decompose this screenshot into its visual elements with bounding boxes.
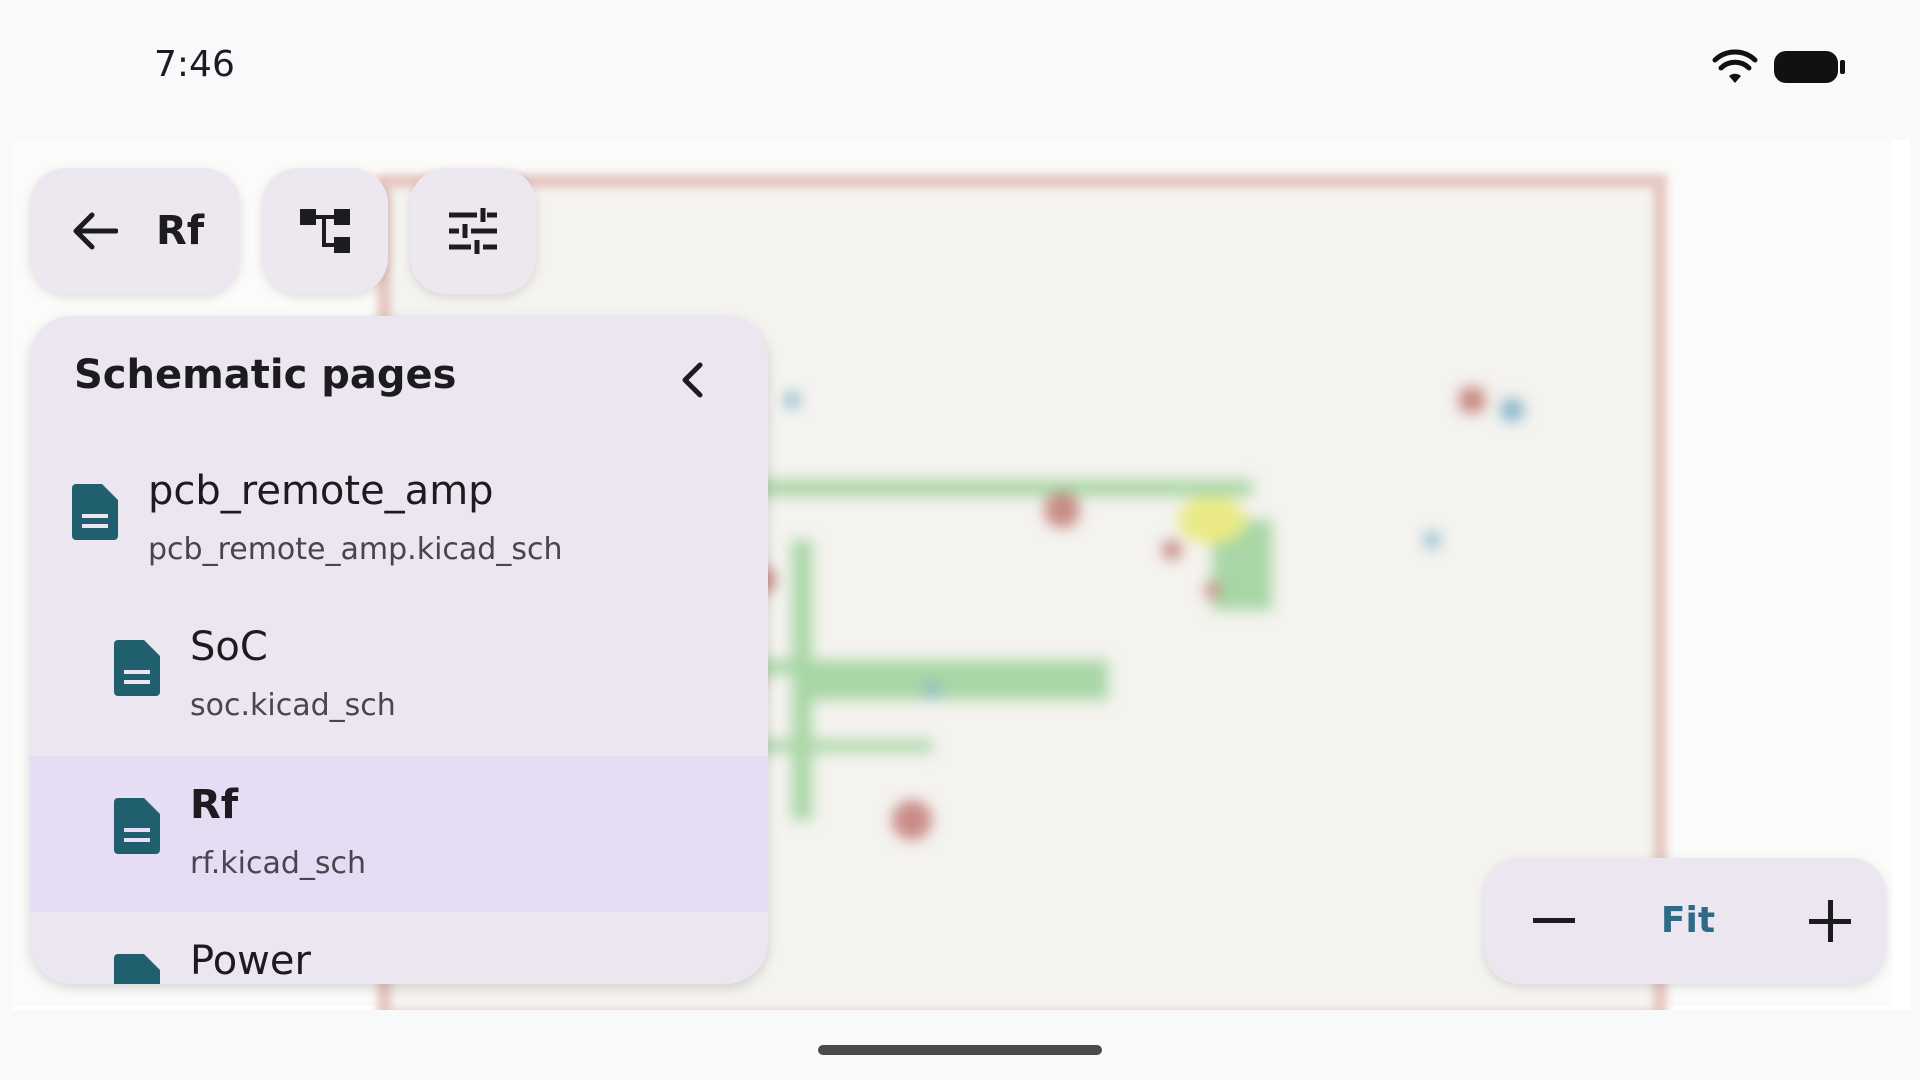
document-icon: [114, 640, 160, 696]
minus-icon: [1533, 918, 1575, 923]
arrow-back-icon: [73, 212, 118, 250]
battery-icon: [1774, 51, 1845, 83]
panel-header: Schematic pages: [30, 316, 768, 442]
status-icons: [1712, 48, 1846, 86]
zoom-out-button[interactable]: [1524, 891, 1584, 951]
document-icon: [114, 798, 160, 854]
panel-title: Schematic pages: [74, 352, 457, 398]
settings-tune-button[interactable]: [410, 168, 536, 294]
page-item-filename: pcb_remote_amp.kicad_sch: [148, 532, 563, 567]
wifi-icon: [1712, 49, 1758, 83]
tune-icon: [449, 208, 497, 254]
page-item-title: pcb_remote_amp: [148, 468, 494, 514]
hierarchy-icon: [300, 209, 350, 253]
schematic-pages-panel: Schematic pages pcb_remote_amp pcb_remot…: [30, 316, 768, 984]
page-item-filename: soc.kicad_sch: [190, 688, 396, 723]
home-indicator[interactable]: [818, 1045, 1102, 1055]
back-chip[interactable]: Rf: [30, 168, 240, 294]
page-item-soc[interactable]: SoC soc.kicad_sch: [30, 598, 768, 754]
zoom-controls: Fit: [1484, 858, 1886, 984]
current-page-label: Rf: [156, 208, 205, 254]
plus-icon: [1809, 900, 1851, 942]
collapse-panel-button[interactable]: [668, 356, 716, 404]
status-time: 7:46: [154, 44, 235, 85]
page-item-title: Rf: [190, 782, 239, 828]
page-item-power[interactable]: Power: [30, 912, 768, 984]
chevron-left-icon: [682, 362, 703, 398]
page-item-title: SoC: [190, 624, 268, 670]
page-item-rf[interactable]: Rf rf.kicad_sch: [30, 756, 768, 912]
document-icon: [114, 954, 160, 984]
page-item-filename: rf.kicad_sch: [190, 846, 367, 881]
page-item-title: Power: [190, 938, 311, 984]
status-bar: 7:46: [0, 0, 1920, 136]
zoom-in-button[interactable]: [1800, 891, 1860, 951]
page-item-pcb-remote-amp[interactable]: pcb_remote_amp pcb_remote_amp.kicad_sch: [30, 442, 768, 598]
hierarchy-button[interactable]: [262, 168, 388, 294]
document-icon: [72, 484, 118, 540]
zoom-fit-button[interactable]: Fit: [1648, 894, 1728, 948]
